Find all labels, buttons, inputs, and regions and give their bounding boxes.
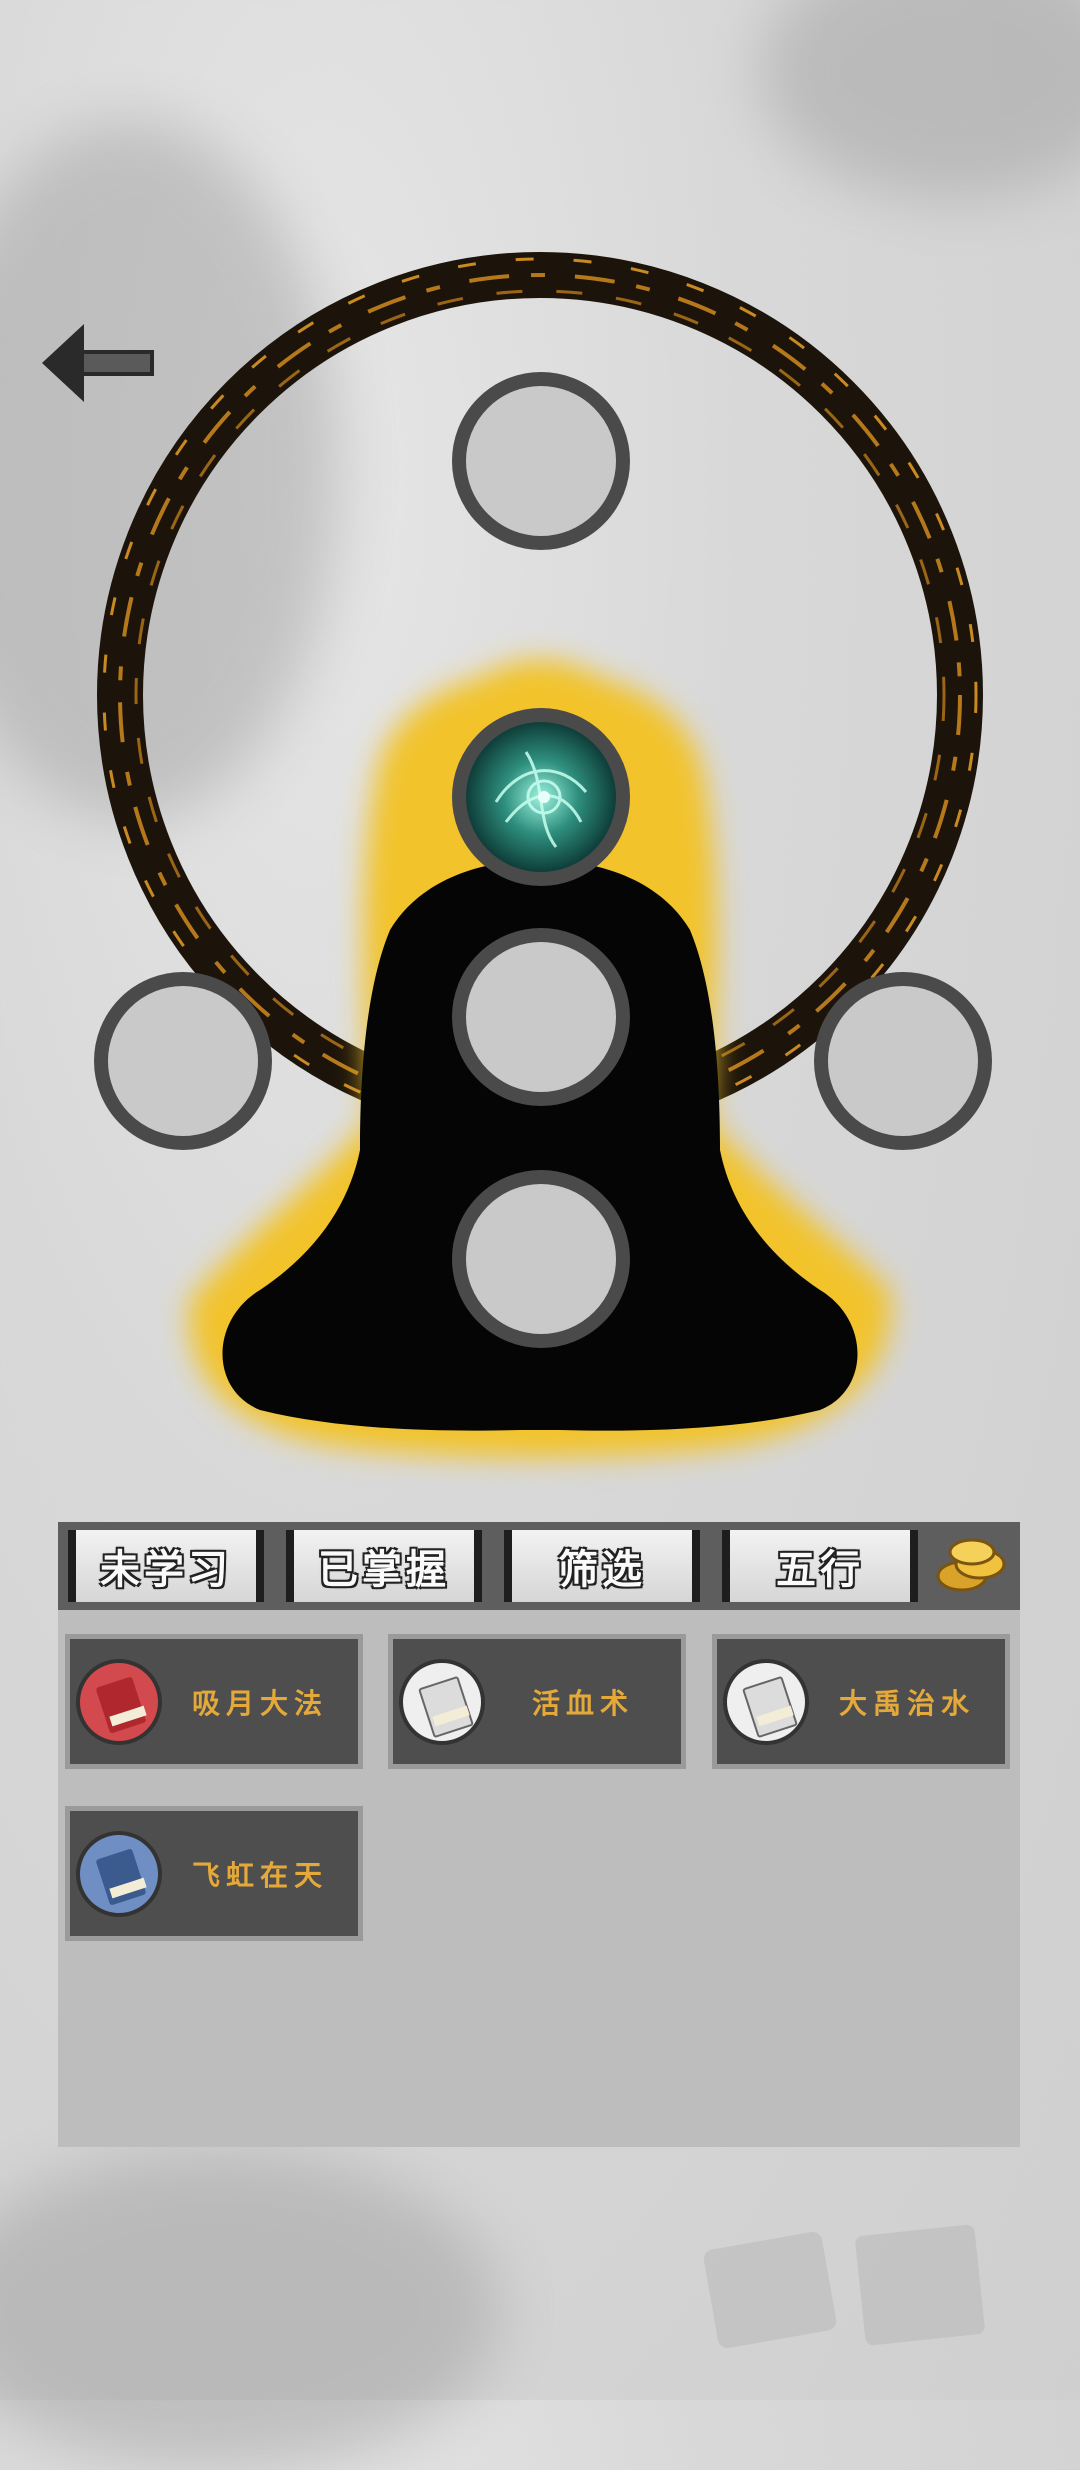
- tab-five-elements[interactable]: 五行: [722, 1530, 918, 1602]
- skill-item[interactable]: 飞虹在天: [65, 1806, 363, 1941]
- white-book-icon: [399, 1658, 485, 1745]
- coins-icon: [936, 1538, 1006, 1592]
- green-energy-orb-icon: [494, 751, 588, 848]
- skill-slot-dantian[interactable]: [452, 1170, 630, 1348]
- tab-bar: 未学习 已掌握 筛选 五行: [58, 1522, 1020, 1610]
- skill-name: 吸月大法: [191, 1686, 328, 1720]
- ink-wash: [0, 2150, 500, 2470]
- tab-unlearned[interactable]: 未学习: [68, 1530, 264, 1602]
- menu-decoration: [703, 2224, 985, 2349]
- skill-slot-chest[interactable]: [452, 928, 630, 1106]
- red-book-icon: [76, 1658, 162, 1745]
- skill-slot-head[interactable]: [452, 708, 630, 886]
- blue-book-icon: [76, 1830, 162, 1917]
- skill-slot-top[interactable]: [452, 372, 630, 550]
- skill-item[interactable]: 吸月大法: [65, 1634, 363, 1769]
- skill-slot-right[interactable]: [814, 972, 992, 1150]
- skill-name: 大禹治水: [838, 1686, 975, 1720]
- coins-button[interactable]: [932, 1532, 1012, 1600]
- skill-name: 活血术: [531, 1686, 634, 1720]
- skill-slot-left[interactable]: [94, 972, 272, 1150]
- tab-filter[interactable]: 筛选: [504, 1530, 700, 1602]
- skill-panel: 未学习 已掌握 筛选 五行 吸月大法 活血术 大禹治水 飞虹在天: [58, 1522, 1020, 2147]
- skill-name: 飞虹在天: [191, 1858, 328, 1892]
- white-book-icon: [723, 1658, 809, 1745]
- skill-item[interactable]: 活血术: [388, 1634, 686, 1769]
- tab-mastered[interactable]: 已掌握: [286, 1530, 482, 1602]
- skill-item[interactable]: 大禹治水: [712, 1634, 1010, 1769]
